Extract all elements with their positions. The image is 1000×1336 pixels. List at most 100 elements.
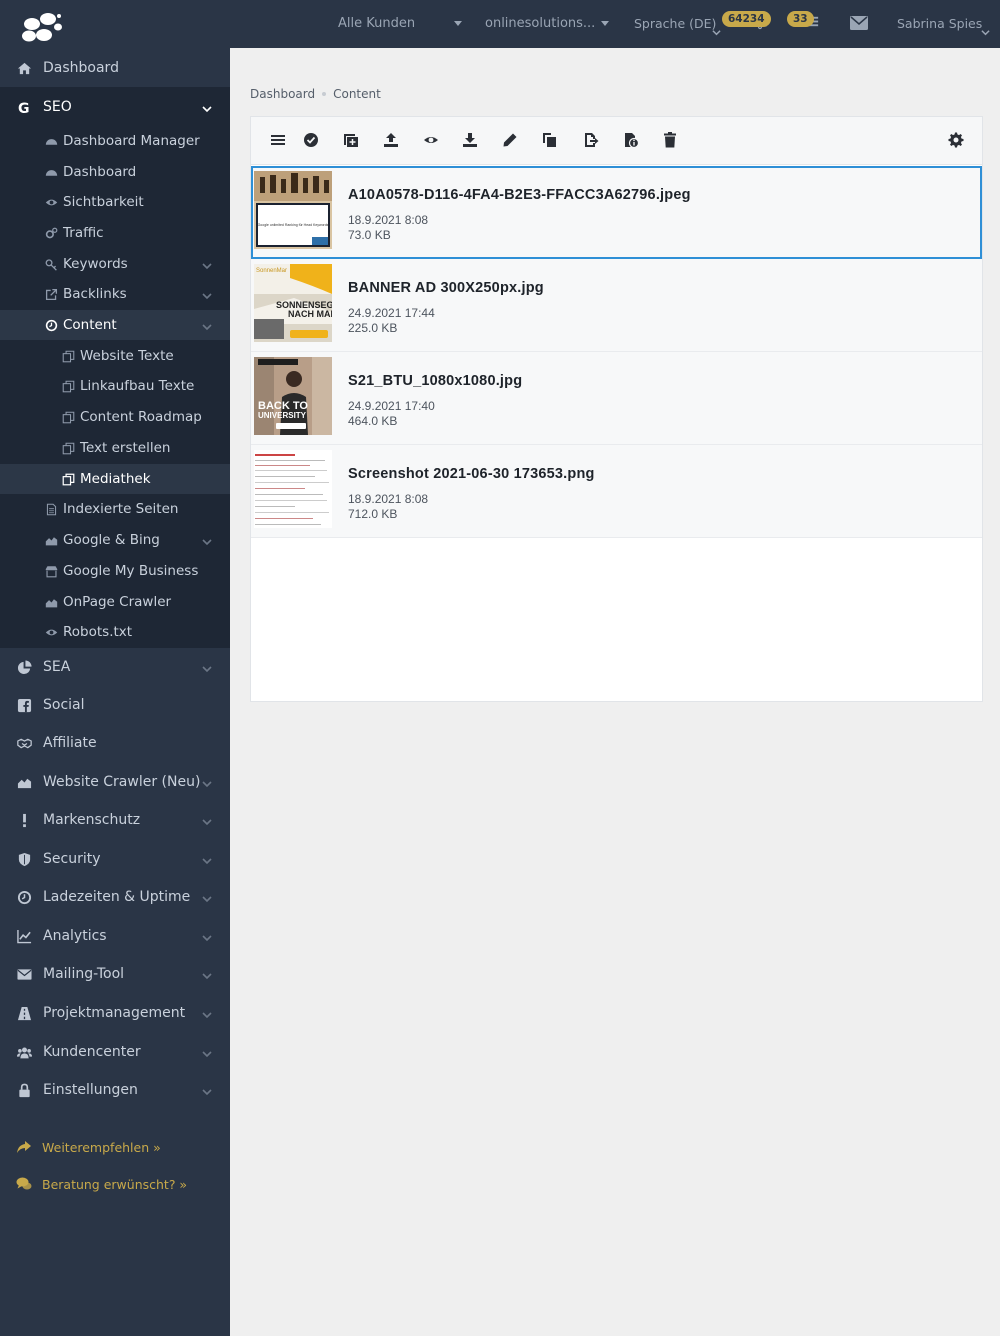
clock-icon — [16, 889, 32, 905]
chevron-down-icon[interactable] — [202, 102, 212, 113]
chevron-down-icon[interactable] — [712, 22, 721, 36]
chevron-down-icon[interactable] — [202, 662, 212, 673]
sidebar-item-mediathek[interactable]: Mediathek — [0, 464, 230, 494]
sidebar-item-kundencenter[interactable]: Kundencenter — [0, 1033, 230, 1071]
copy-icon — [60, 378, 76, 394]
chevron-down-icon[interactable] — [202, 777, 212, 788]
sidebar-item-onpage-crawler[interactable]: OnPage Crawler — [0, 587, 230, 617]
handshake-icon — [16, 735, 32, 751]
sidebar-item-dashboard[interactable]: Dashboard — [0, 49, 230, 87]
sidebar-item-seo-dashboard[interactable]: Dashboard — [0, 157, 230, 187]
sidebar-item-content[interactable]: Content — [0, 310, 230, 340]
home-icon — [16, 60, 32, 76]
menu-icon[interactable] — [269, 131, 287, 149]
eye-icon[interactable] — [422, 131, 440, 149]
sidebar-item-analytics[interactable]: Analytics — [0, 917, 230, 955]
chevron-down-icon[interactable] — [202, 892, 212, 903]
file-item[interactable]: SonnenMar SONNENSEGE NACH MAI BANNER AD … — [251, 259, 982, 352]
sidebar-item-traffic[interactable]: Traffic — [0, 218, 230, 248]
logo-icon[interactable] — [18, 10, 66, 46]
chevron-down-icon[interactable] — [202, 259, 212, 270]
file-item-selected[interactable]: Google unlimited Ranking für Head Keywor… — [251, 166, 982, 259]
tasks-badge[interactable]: 33 — [787, 11, 814, 27]
gear-icon[interactable] — [947, 131, 965, 149]
sidebar-item-website-crawler[interactable]: Website Crawler (Neu) — [0, 763, 230, 801]
move-file-icon[interactable] — [582, 131, 600, 149]
sidebar-item-security[interactable]: Security — [0, 840, 230, 878]
sidebar-item-google-my-business[interactable]: Google My Business — [0, 556, 230, 586]
chevron-down-icon[interactable] — [202, 815, 212, 826]
exclamation-icon — [16, 812, 32, 828]
sidebar-item-indexierte-seiten[interactable]: Indexierte Seiten — [0, 494, 230, 524]
chevron-down-icon[interactable] — [202, 535, 212, 546]
share-arrow-icon — [16, 1139, 32, 1155]
language-select[interactable]: Sprache (DE) — [634, 16, 716, 31]
chevron-down-icon[interactable] — [202, 969, 212, 980]
key-icon — [43, 256, 59, 272]
file-thumbnail: BACK TO UNIVERSITY — [254, 357, 332, 435]
project-select[interactable]: onlinesolutions... — [485, 16, 595, 31]
breadcrumb-dashboard[interactable]: Dashboard — [250, 87, 315, 101]
sidebar-item-projektmanagement[interactable]: Projektmanagement — [0, 994, 230, 1032]
chevron-down-icon[interactable] — [202, 854, 212, 865]
sidebar-item-sichtbarkeit[interactable]: Sichtbarkeit — [0, 187, 230, 217]
sidebar-item-ladezeiten[interactable]: Ladezeiten & Uptime — [0, 878, 230, 916]
breadcrumb-content[interactable]: Content — [333, 87, 381, 101]
chevron-down-icon[interactable] — [202, 320, 212, 331]
breadcrumb: Dashboard Content — [250, 87, 381, 101]
file-date: 18.9.2021 8:08 — [348, 213, 429, 227]
sidebar-item-linkaufbau-texte[interactable]: Linkaufbau Texte — [0, 371, 230, 401]
sidebar-item-seo[interactable]: G SEO — [0, 88, 230, 126]
pencil-icon[interactable] — [501, 131, 519, 149]
comments-icon — [16, 1176, 32, 1192]
sidebar-item-mailing[interactable]: Mailing-Tool — [0, 955, 230, 993]
customer-select[interactable]: Alle Kunden — [338, 16, 415, 31]
sidebar-item-google-bing[interactable]: Google & Bing — [0, 525, 230, 555]
customer-select-caret[interactable] — [454, 21, 462, 26]
thumbnail-title-2: NACH MAI — [288, 309, 332, 319]
beratung-link[interactable]: Beratung erwünscht? » — [16, 1176, 187, 1192]
sidebar-item-content-roadmap[interactable]: Content Roadmap — [0, 402, 230, 432]
sidebar-item-website-texte[interactable]: Website Texte — [0, 341, 230, 371]
file-name: BANNER AD 300X250px.jpg — [348, 280, 544, 296]
chevron-down-icon[interactable] — [202, 1008, 212, 1019]
sidebar-item-affiliate[interactable]: Affiliate — [0, 724, 230, 762]
sidebar-item-backlinks[interactable]: Backlinks — [0, 279, 230, 309]
chevron-down-icon[interactable] — [202, 1085, 212, 1096]
file-info-icon[interactable] — [622, 131, 640, 149]
sidebar-item-robots[interactable]: Robots.txt — [0, 617, 230, 647]
trash-icon[interactable] — [661, 131, 679, 149]
thumbnail-brand: SonnenMar — [256, 268, 287, 274]
user-menu[interactable]: Sabrina Spies — [897, 16, 982, 31]
sidebar-item-social[interactable]: Social — [0, 686, 230, 724]
area-chart-icon — [43, 532, 59, 548]
road-icon — [16, 1005, 32, 1021]
media-library-panel: Google unlimited Ranking für Head Keywor… — [250, 116, 983, 702]
notifications-badge[interactable]: 64234 — [722, 11, 771, 27]
chevron-down-icon[interactable] — [202, 289, 212, 300]
sidebar-item-dashboard-manager[interactable]: Dashboard Manager — [0, 126, 230, 156]
sidebar-item-text-erstellen[interactable]: Text erstellen — [0, 433, 230, 463]
weiterempfehlen-link[interactable]: Weiterempfehlen » — [16, 1139, 161, 1155]
new-folder-icon[interactable] — [342, 131, 360, 149]
file-name: Screenshot 2021-06-30 173653.png — [348, 466, 595, 482]
file-item[interactable]: Screenshot 2021-06-30 173653.png 18.9.20… — [251, 445, 982, 538]
upload-icon[interactable] — [382, 131, 400, 149]
envelope-icon[interactable] — [850, 15, 868, 31]
file-item[interactable]: BACK TO UNIVERSITY S21_BTU_1080x1080.jpg… — [251, 352, 982, 445]
file-size: 73.0 KB — [348, 228, 391, 242]
project-select-caret[interactable] — [601, 21, 609, 26]
download-icon[interactable] — [461, 131, 479, 149]
sidebar-item-markenschutz[interactable]: Markenschutz — [0, 801, 230, 839]
sidebar-item-sea[interactable]: SEA — [0, 648, 230, 686]
chevron-down-icon[interactable] — [202, 1047, 212, 1058]
file-text-icon — [43, 501, 59, 517]
sidebar-item-keywords[interactable]: Keywords — [0, 249, 230, 279]
check-circle-icon[interactable] — [302, 131, 320, 149]
media-toolbar — [251, 117, 982, 165]
copy-icon[interactable] — [541, 131, 559, 149]
chevron-down-icon[interactable] — [202, 931, 212, 942]
file-thumbnail: Google unlimited Ranking für Head Keywor… — [254, 171, 332, 249]
sidebar-item-einstellungen[interactable]: Einstellungen — [0, 1071, 230, 1109]
chevron-down-icon[interactable] — [981, 22, 990, 36]
